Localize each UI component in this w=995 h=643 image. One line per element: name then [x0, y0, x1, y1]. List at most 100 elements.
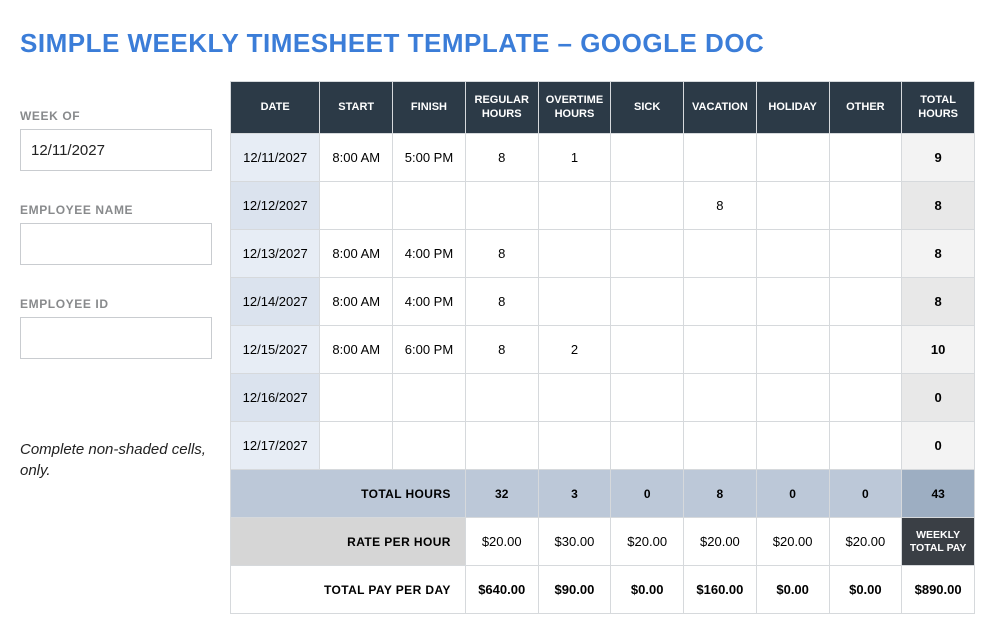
regular-cell[interactable] — [465, 374, 538, 422]
start-cell[interactable]: 8:00 AM — [320, 278, 393, 326]
finish-cell[interactable] — [393, 182, 466, 230]
pay-other: $0.00 — [829, 566, 902, 614]
employee-name-input[interactable] — [20, 223, 212, 265]
table-row: 12/11/20278:00 AM5:00 PM81 9 — [231, 134, 975, 182]
total-other: 0 — [829, 470, 902, 518]
rate-overtime[interactable]: $30.00 — [538, 518, 611, 566]
row-total-cell: 10 — [902, 326, 975, 374]
finish-cell[interactable]: 4:00 PM — [393, 230, 466, 278]
header-date: DATE — [231, 82, 320, 134]
total-hours-label: TOTAL HOURS — [231, 470, 466, 518]
regular-cell[interactable] — [465, 422, 538, 470]
overtime-cell[interactable]: 2 — [538, 326, 611, 374]
finish-cell[interactable]: 4:00 PM — [393, 278, 466, 326]
holiday-cell[interactable] — [756, 230, 829, 278]
overtime-cell[interactable] — [538, 374, 611, 422]
sick-cell[interactable] — [611, 422, 684, 470]
timesheet-table: DATE START FINISH REGULAR HOURS OVERTIME… — [230, 81, 975, 614]
start-cell[interactable]: 8:00 AM — [320, 326, 393, 374]
vacation-cell[interactable] — [684, 326, 757, 374]
overtime-cell[interactable] — [538, 422, 611, 470]
table-row: 12/13/20278:00 AM4:00 PM88 — [231, 230, 975, 278]
header-start: START — [320, 82, 393, 134]
vacation-cell[interactable] — [684, 278, 757, 326]
holiday-cell[interactable] — [756, 182, 829, 230]
vacation-cell[interactable] — [684, 134, 757, 182]
sick-cell[interactable] — [611, 182, 684, 230]
header-overtime: OVERTIME HOURS — [538, 82, 611, 134]
rate-vacation[interactable]: $20.00 — [684, 518, 757, 566]
total-hours-row: TOTAL HOURS 32 3 0 8 0 0 43 — [231, 470, 975, 518]
other-cell[interactable] — [829, 278, 902, 326]
rate-other[interactable]: $20.00 — [829, 518, 902, 566]
rate-sick[interactable]: $20.00 — [611, 518, 684, 566]
page-title: SIMPLE WEEKLY TIMESHEET TEMPLATE – GOOGL… — [20, 28, 975, 59]
total-regular: 32 — [465, 470, 538, 518]
start-cell[interactable] — [320, 374, 393, 422]
regular-cell[interactable]: 8 — [465, 326, 538, 374]
holiday-cell[interactable] — [756, 326, 829, 374]
rate-regular[interactable]: $20.00 — [465, 518, 538, 566]
holiday-cell[interactable] — [756, 278, 829, 326]
header-total: TOTAL HOURS — [902, 82, 975, 134]
sick-cell[interactable] — [611, 278, 684, 326]
regular-cell[interactable]: 8 — [465, 134, 538, 182]
overtime-cell[interactable] — [538, 230, 611, 278]
employee-id-label: EMPLOYEE ID — [20, 297, 212, 311]
sick-cell[interactable] — [611, 134, 684, 182]
sick-cell[interactable] — [611, 326, 684, 374]
date-cell: 12/16/2027 — [231, 374, 320, 422]
vacation-cell[interactable] — [684, 422, 757, 470]
pay-vacation: $160.00 — [684, 566, 757, 614]
start-cell[interactable]: 8:00 AM — [320, 134, 393, 182]
finish-cell[interactable]: 6:00 PM — [393, 326, 466, 374]
header-vacation: VACATION — [684, 82, 757, 134]
week-of-input[interactable] — [20, 129, 212, 171]
overtime-cell[interactable]: 1 — [538, 134, 611, 182]
regular-cell[interactable] — [465, 182, 538, 230]
finish-cell[interactable]: 5:00 PM — [393, 134, 466, 182]
vacation-cell[interactable]: 8 — [684, 182, 757, 230]
table-row: 12/12/2027 8 8 — [231, 182, 975, 230]
rate-holiday[interactable]: $20.00 — [756, 518, 829, 566]
other-cell[interactable] — [829, 326, 902, 374]
header-sick: SICK — [611, 82, 684, 134]
other-cell[interactable] — [829, 182, 902, 230]
employee-id-input[interactable] — [20, 317, 212, 359]
holiday-cell[interactable] — [756, 374, 829, 422]
row-total-cell: 8 — [902, 182, 975, 230]
sick-cell[interactable] — [611, 374, 684, 422]
date-cell: 12/17/2027 — [231, 422, 320, 470]
other-cell[interactable] — [829, 134, 902, 182]
start-cell[interactable] — [320, 182, 393, 230]
total-holiday: 0 — [756, 470, 829, 518]
sick-cell[interactable] — [611, 230, 684, 278]
date-cell: 12/11/2027 — [231, 134, 320, 182]
row-total-cell: 0 — [902, 422, 975, 470]
start-cell[interactable] — [320, 422, 393, 470]
finish-cell[interactable] — [393, 422, 466, 470]
overtime-cell[interactable] — [538, 182, 611, 230]
finish-cell[interactable] — [393, 374, 466, 422]
holiday-cell[interactable] — [756, 422, 829, 470]
other-cell[interactable] — [829, 374, 902, 422]
header-other: OTHER — [829, 82, 902, 134]
overtime-cell[interactable] — [538, 278, 611, 326]
vacation-cell[interactable] — [684, 374, 757, 422]
header-holiday: HOLIDAY — [756, 82, 829, 134]
date-cell: 12/12/2027 — [231, 182, 320, 230]
holiday-cell[interactable] — [756, 134, 829, 182]
header-finish: FINISH — [393, 82, 466, 134]
regular-cell[interactable]: 8 — [465, 278, 538, 326]
total-vacation: 8 — [684, 470, 757, 518]
pay-per-day-row: TOTAL PAY PER DAY $640.00 $90.00 $0.00 $… — [231, 566, 975, 614]
vacation-cell[interactable] — [684, 230, 757, 278]
start-cell[interactable]: 8:00 AM — [320, 230, 393, 278]
row-total-cell: 0 — [902, 374, 975, 422]
regular-cell[interactable]: 8 — [465, 230, 538, 278]
other-cell[interactable] — [829, 230, 902, 278]
row-total-cell: 9 — [902, 134, 975, 182]
other-cell[interactable] — [829, 422, 902, 470]
total-grand: 43 — [902, 470, 975, 518]
total-overtime: 3 — [538, 470, 611, 518]
